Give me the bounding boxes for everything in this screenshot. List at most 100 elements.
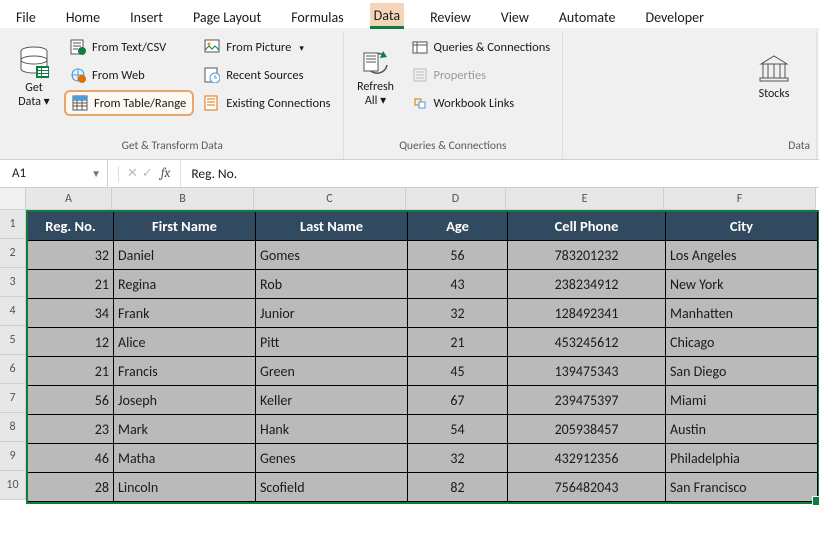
cell[interactable]: Alice	[114, 328, 256, 357]
properties-button[interactable]: Properties	[406, 62, 557, 88]
cell[interactable]: Joseph	[114, 386, 256, 415]
from-text-csv-button[interactable]: From Text/CSV	[64, 34, 194, 60]
select-all-corner[interactable]	[0, 188, 26, 210]
cell[interactable]: Reg. No.	[28, 212, 114, 241]
row-header-9[interactable]: 9	[0, 442, 26, 471]
stocks-button[interactable]: Stocks	[738, 34, 810, 122]
cell[interactable]: Matha	[114, 444, 256, 473]
row-header-7[interactable]: 7	[0, 384, 26, 413]
cancel-formula-icon[interactable]: ✕	[127, 166, 138, 181]
cell[interactable]: 453245612	[508, 328, 666, 357]
cell[interactable]: 432912356	[508, 444, 666, 473]
cell[interactable]: Hank	[256, 415, 408, 444]
workbook-links-button[interactable]: Workbook Links	[406, 90, 557, 116]
cell[interactable]: Frank	[114, 299, 256, 328]
cell[interactable]: 12	[28, 328, 114, 357]
cell[interactable]: Pitt	[256, 328, 408, 357]
cell[interactable]: 21	[28, 270, 114, 299]
tab-developer[interactable]: Developer	[641, 5, 707, 28]
col-header-F[interactable]: F	[664, 188, 816, 210]
cell[interactable]: Junior	[256, 299, 408, 328]
row-header-4[interactable]: 4	[0, 297, 26, 326]
cell[interactable]: 128492341	[508, 299, 666, 328]
col-header-B[interactable]: B	[112, 188, 254, 210]
row-header-1[interactable]: 1	[0, 210, 26, 239]
tab-review[interactable]: Review	[426, 5, 475, 28]
from-web-button[interactable]: From Web	[64, 62, 194, 88]
cell[interactable]: Austin	[666, 415, 818, 444]
cell[interactable]: Regina	[114, 270, 256, 299]
tab-formulas[interactable]: Formulas	[287, 5, 347, 28]
cell[interactable]: 21	[408, 328, 508, 357]
cell[interactable]: Scofield	[256, 473, 408, 502]
cell[interactable]: First Name	[114, 212, 256, 241]
tab-insert[interactable]: Insert	[126, 5, 167, 28]
tab-file[interactable]: File	[12, 5, 40, 28]
row-header-3[interactable]: 3	[0, 268, 26, 297]
cell[interactable]: Genes	[256, 444, 408, 473]
cell[interactable]: Last Name	[256, 212, 408, 241]
cell[interactable]: Lincoln	[114, 473, 256, 502]
cell[interactable]: City	[666, 212, 818, 241]
cell[interactable]: Los Angeles	[666, 241, 818, 270]
cell[interactable]: Philadelphia	[666, 444, 818, 473]
cell[interactable]: Age	[408, 212, 508, 241]
tab-home[interactable]: Home	[62, 5, 104, 28]
cell[interactable]: 82	[408, 473, 508, 502]
confirm-formula-icon[interactable]: ✓	[142, 166, 153, 181]
tab-data[interactable]: Data	[370, 3, 404, 29]
formula-input[interactable]: Reg. No.	[181, 165, 819, 182]
cell[interactable]: 239475397	[508, 386, 666, 415]
fx-icon[interactable]: fx	[157, 166, 175, 181]
cell[interactable]: Mark	[114, 415, 256, 444]
tab-automate[interactable]: Automate	[555, 5, 620, 28]
tab-view[interactable]: View	[497, 5, 533, 28]
cell[interactable]: 46	[28, 444, 114, 473]
from-picture-button[interactable]: From Picture	[198, 34, 336, 60]
cell[interactable]: Manhatten	[666, 299, 818, 328]
name-box[interactable]: A1 ▼	[0, 160, 108, 187]
existing-connections-button[interactable]: Existing Connections	[198, 90, 336, 116]
refresh-all-button[interactable]: RefreshAll	[350, 34, 402, 122]
cell[interactable]: 56	[28, 386, 114, 415]
recent-sources-button[interactable]: Recent Sources	[198, 62, 336, 88]
cell[interactable]: 783201232	[508, 241, 666, 270]
cell[interactable]: 21	[28, 357, 114, 386]
cell[interactable]: Francis	[114, 357, 256, 386]
cell[interactable]: 205938457	[508, 415, 666, 444]
cell[interactable]: San Francisco	[666, 473, 818, 502]
queries-connections-button[interactable]: Queries & Connections	[406, 34, 557, 60]
cell[interactable]: Chicago	[666, 328, 818, 357]
cell[interactable]: 45	[408, 357, 508, 386]
cell[interactable]: 28	[28, 473, 114, 502]
row-header-2[interactable]: 2	[0, 239, 26, 268]
from-table-range-button[interactable]: From Table/Range	[64, 90, 194, 116]
cell[interactable]: 43	[408, 270, 508, 299]
cell[interactable]: 67	[408, 386, 508, 415]
cell[interactable]: Gomes	[256, 241, 408, 270]
cell[interactable]: 23	[28, 415, 114, 444]
cell[interactable]: San Diego	[666, 357, 818, 386]
col-header-D[interactable]: D	[406, 188, 506, 210]
cell[interactable]: Keller	[256, 386, 408, 415]
cell[interactable]: Daniel	[114, 241, 256, 270]
cell[interactable]: 238234912	[508, 270, 666, 299]
cell[interactable]: 32	[28, 241, 114, 270]
cell[interactable]: 34	[28, 299, 114, 328]
cell[interactable]: 139475343	[508, 357, 666, 386]
cell[interactable]: 756482043	[508, 473, 666, 502]
row-header-5[interactable]: 5	[0, 326, 26, 355]
cell[interactable]: 32	[408, 444, 508, 473]
row-header-8[interactable]: 8	[0, 413, 26, 442]
cell[interactable]: 56	[408, 241, 508, 270]
col-header-E[interactable]: E	[506, 188, 664, 210]
cell[interactable]: 32	[408, 299, 508, 328]
col-header-A[interactable]: A	[26, 188, 112, 210]
cell[interactable]: New York	[666, 270, 818, 299]
cell[interactable]: Rob	[256, 270, 408, 299]
cell[interactable]: Green	[256, 357, 408, 386]
cell[interactable]: 54	[408, 415, 508, 444]
col-header-C[interactable]: C	[254, 188, 406, 210]
cell[interactable]: Cell Phone	[508, 212, 666, 241]
get-data-button[interactable]: GetData	[8, 34, 60, 122]
